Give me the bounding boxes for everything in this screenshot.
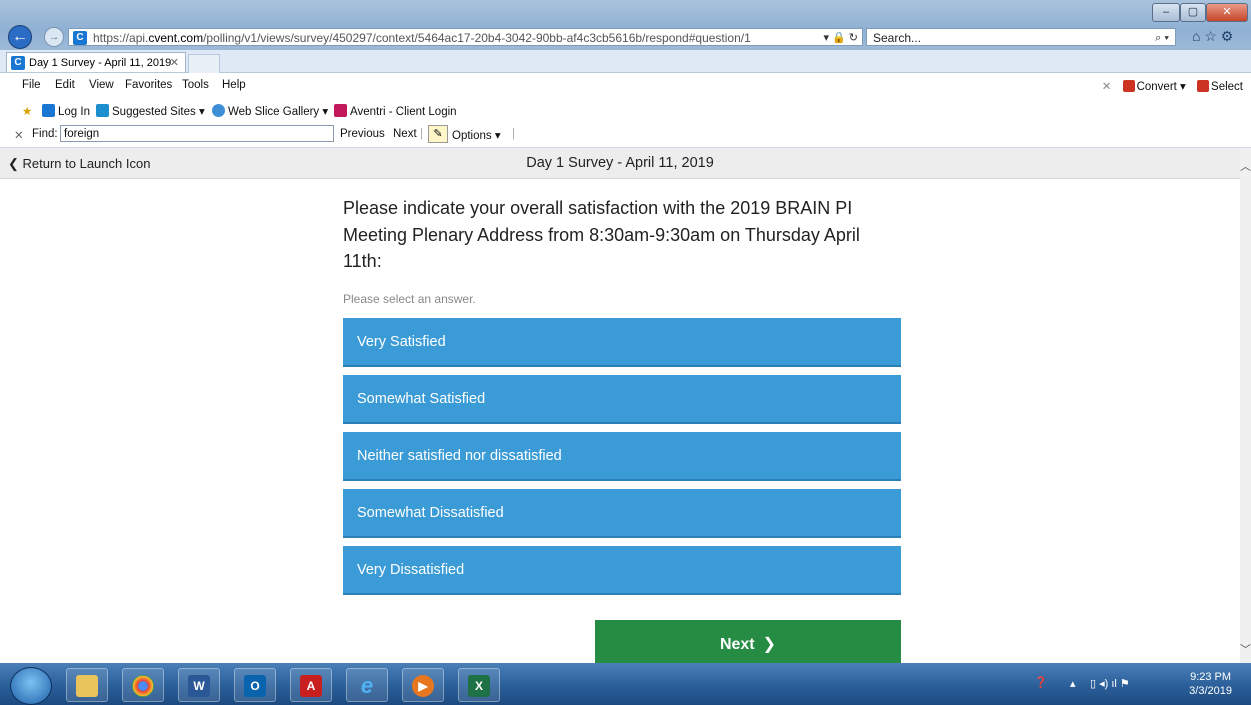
pdf-convert-icon	[1122, 80, 1135, 92]
scroll-up-icon[interactable]: ︿	[1240, 158, 1251, 174]
network-volume-icons[interactable]: ▯ ◂) ıl ⚑	[1090, 677, 1130, 690]
bing-icon	[96, 104, 109, 117]
url-text: https://api.cvent.com/polling/v1/views/s…	[93, 31, 751, 45]
fav-suggested-sites[interactable]: Suggested Sites ▾	[96, 104, 205, 118]
word-taskbar-icon[interactable]: W	[178, 668, 220, 702]
address-bar[interactable]: C https://api.cvent.com/polling/v1/views…	[68, 28, 863, 46]
find-next-button[interactable]: Next	[393, 128, 417, 140]
next-label: Next	[719, 636, 755, 653]
clock-date: 3/3/2019	[1189, 685, 1232, 697]
fav-web-slice-gallery[interactable]: Web Slice Gallery ▾	[212, 104, 328, 118]
convert-button[interactable]: Convert	[1137, 81, 1177, 93]
tab-survey[interactable]: C Day 1 Survey - April 11, 2019 ✕	[6, 52, 186, 72]
menu-help[interactable]: Help	[222, 79, 246, 91]
tray-expand-icon[interactable]: ▴	[1070, 677, 1076, 690]
outlook-taskbar-icon[interactable]: O	[234, 668, 276, 702]
page-scrollbar[interactable]: ︿ ﹀	[1240, 148, 1251, 663]
pdf-toolbar: ✕ Convert ▾ Select	[1101, 80, 1243, 93]
favorites-bar: ★ Log In Suggested Sites ▾ Web Slice Gal…	[0, 100, 1251, 122]
home-favorites-settings-icons[interactable]: ⌂ ☆ ⚙	[1192, 28, 1233, 45]
find-input[interactable]: foreign	[60, 125, 334, 142]
find-label: Find:	[32, 128, 58, 140]
back-arrow-icon[interactable]: ←	[8, 25, 32, 49]
close-toolbar-icon[interactable]: ✕	[1102, 81, 1112, 93]
divider: |	[420, 128, 423, 140]
help-icon[interactable]: ❓	[1034, 676, 1048, 689]
find-options-button[interactable]: Options ▾	[452, 128, 501, 142]
close-find-icon[interactable]: ✕	[14, 128, 24, 142]
acrobat-taskbar-icon[interactable]: A	[290, 668, 332, 702]
maximize-button[interactable]: ▢	[1180, 3, 1206, 22]
search-icon[interactable]: ⌕ ▾	[1155, 29, 1169, 47]
clock-time: 9:23 PM	[1190, 671, 1232, 683]
chrome-taskbar-icon[interactable]	[122, 668, 164, 702]
explorer-taskbar-icon[interactable]	[66, 668, 108, 702]
browser-search-input[interactable]: Search... ⌕ ▾	[866, 28, 1176, 46]
start-button[interactable]	[10, 667, 52, 705]
page-title: Day 1 Survey - April 11, 2019	[526, 155, 714, 171]
pdf-select-icon	[1197, 80, 1210, 92]
excel-taskbar-icon[interactable]: X	[458, 668, 500, 702]
menu-bar: File Edit View Favorites Tools Help ✕ Co…	[0, 73, 1251, 100]
aventri-icon	[334, 104, 347, 117]
find-previous-button[interactable]: Previous	[340, 128, 385, 140]
media-taskbar-icon[interactable]: ▶	[402, 668, 444, 702]
fav-aventri-login[interactable]: Aventri - Client Login	[334, 104, 457, 118]
minimize-button[interactable]: –	[1152, 3, 1180, 22]
tab-title: Day 1 Survey - April 11, 2019	[29, 57, 172, 69]
answer-very-dissatisfied[interactable]: Very Dissatisfied	[343, 546, 901, 595]
cvent-favicon-icon: C	[11, 56, 25, 70]
answer-hint: Please select an answer.	[343, 292, 476, 306]
answer-somewhat-dissatisfied[interactable]: Somewhat Dissatisfied	[343, 489, 901, 538]
find-bar: ✕ Find: foreign Previous Next | ✎ Option…	[0, 122, 1251, 148]
select-button[interactable]: Select	[1211, 81, 1243, 93]
ie-icon	[212, 104, 225, 117]
question-text: Please indicate your overall satisfactio…	[343, 198, 860, 271]
scroll-down-icon[interactable]: ﹀	[1240, 641, 1251, 657]
answer-neither[interactable]: Neither satisfied nor dissatisfied	[343, 432, 901, 481]
fav-login[interactable]: Log In	[42, 104, 90, 118]
divider: |	[512, 128, 515, 140]
answer-somewhat-satisfied[interactable]: Somewhat Satisfied	[343, 375, 901, 424]
favorites-star-icon[interactable]: ★	[22, 104, 32, 118]
chevron-right-icon: ❯	[762, 636, 777, 653]
cvent-favicon-icon	[42, 104, 55, 117]
ie-taskbar-icon[interactable]: e	[346, 668, 388, 702]
answer-very-satisfied[interactable]: Very Satisfied	[343, 318, 901, 367]
menu-edit[interactable]: Edit	[55, 79, 75, 91]
clock[interactable]: 9:23 PM 3/3/2019	[1189, 670, 1232, 698]
new-tab-button[interactable]	[188, 54, 220, 73]
menu-file[interactable]: File	[22, 79, 41, 91]
highlight-icon[interactable]: ✎	[428, 125, 448, 143]
menu-favorites[interactable]: Favorites	[125, 79, 172, 91]
survey-header: ❮ Return to Launch Icon Day 1 Survey - A…	[0, 148, 1240, 179]
lock-refresh-icon[interactable]: ▾ 🔒 ↻	[823, 29, 858, 47]
menu-view[interactable]: View	[89, 79, 114, 91]
close-tab-icon[interactable]: ✕	[170, 53, 179, 73]
menu-tools[interactable]: Tools	[182, 79, 209, 91]
forward-arrow-icon[interactable]: →	[44, 27, 64, 47]
cvent-favicon-icon: C	[73, 31, 87, 45]
system-tray: ❓ ▴ ▯ ◂) ıl ⚑ 9:23 PM 3/3/2019	[1030, 668, 1240, 702]
close-window-button[interactable]: ✕	[1206, 3, 1248, 22]
